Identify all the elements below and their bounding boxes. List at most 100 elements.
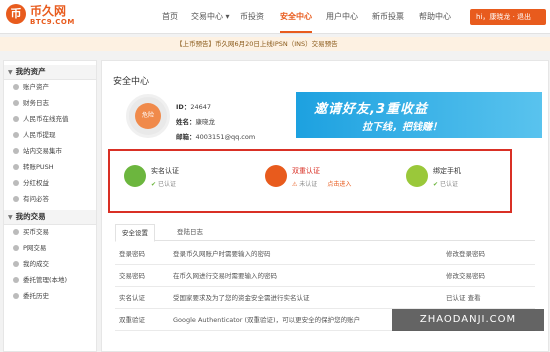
sidebar-item-rmb-deposit[interactable]: 人民币在线充值	[4, 112, 96, 126]
log-icon	[13, 100, 19, 106]
sidebar-item-p-trade[interactable]: P网交易	[4, 241, 96, 255]
order-icon	[13, 277, 19, 283]
nav-invest[interactable]: 币投资	[240, 0, 264, 33]
sidebar-item-qa[interactable]: 有问必答	[4, 192, 96, 206]
card-title: 绑定手机	[433, 167, 461, 175]
settings-tabs: 安全设置 登陆日志	[115, 224, 535, 242]
sidebar-item-dividend[interactable]: 分红权益	[4, 176, 96, 190]
sidebar-item-label: 有问必答	[23, 195, 49, 203]
account-email-value: 4003151@qq.com	[195, 133, 256, 141]
deal-icon	[13, 261, 19, 267]
enter-link[interactable]: 点击进入	[327, 181, 351, 188]
account-name-value: 康晓龙	[195, 118, 216, 126]
transfer-icon	[13, 164, 19, 170]
shield-icon	[265, 165, 287, 187]
qa-icon	[13, 196, 19, 202]
change-trade-password-link[interactable]: 修改交易密码	[446, 266, 485, 286]
account-email: 邮箱：4003151@qq.com	[176, 131, 255, 141]
sidebar-section-trades[interactable]: ▼ 我的交易	[4, 210, 96, 225]
market-icon	[13, 148, 19, 154]
trade-icon	[13, 245, 19, 251]
check-icon: ✔	[151, 181, 158, 188]
top-header: 币 币久网 BTC9.COM 首页 交易中心 ▾ 币投资 安全中心 用户中心 新…	[0, 0, 550, 34]
security-level-badge: 危险	[135, 103, 161, 129]
account-id-label: ID：	[176, 103, 191, 111]
banner-subline: 拉下线，把钱赚！	[362, 122, 442, 133]
sidebar-section-label: 我的交易	[15, 212, 46, 221]
row-name: 实名认证	[119, 294, 145, 302]
sidebar-item-label: 委托管理(本地)	[23, 276, 68, 284]
sidebar-item-transfer-push[interactable]: 转账PUSH	[4, 160, 96, 174]
card-status-text: 已认证	[439, 181, 458, 188]
table-row: 交易密码 在币久网进行交易时需要输入的密码 修改交易密码	[115, 266, 535, 287]
tab-security-settings[interactable]: 安全设置	[115, 224, 155, 242]
card-status-text: 已认证	[157, 181, 176, 188]
sidebar-item-rmb-withdraw[interactable]: 人民币提现	[4, 128, 96, 142]
sidebar-item-label: 转账PUSH	[23, 163, 54, 171]
sidebar-item-my-deals[interactable]: 我的成交	[4, 257, 96, 271]
change-login-password-link[interactable]: 修改登录密码	[446, 244, 485, 264]
card-title: 双重认证	[292, 167, 320, 175]
card-status: ✔ 已认证	[151, 179, 176, 188]
banner-headline: 邀请好友,3重收益	[314, 102, 428, 117]
security-level-ring: 危险	[126, 94, 170, 138]
verification-cards: 实名认证 ✔ 已认证 双重认证 ⚠ 未认证 点击进入 绑定手机 ✔ 已认证	[108, 149, 512, 213]
sidebar-item-account-assets[interactable]: 账户资产	[4, 80, 96, 94]
row-name: 双重验证	[119, 316, 145, 324]
sidebar-item-label: 账户资产	[23, 83, 49, 91]
sidebar-item-market[interactable]: 站内交易集市	[4, 144, 96, 158]
table-row: 实名认证 受国家要求及为了您的资金安全需进行实名认证 已认证 查看	[115, 288, 535, 309]
invite-banner[interactable]: 邀请好友,3重收益 拉下线，把钱赚！	[296, 92, 542, 138]
sidebar-item-label: 分红权益	[23, 179, 49, 187]
dividend-icon	[13, 180, 19, 186]
user-menu-button[interactable]: hi，康晓龙 · 退出	[470, 9, 546, 25]
sidebar-section-assets[interactable]: ▼ 我的资产	[4, 65, 96, 80]
sidebar-section-label: 我的资产	[15, 67, 46, 76]
row-name: 交易密码	[119, 272, 145, 280]
announcement-text: 【上币预告】币久网6月20日上线IPSN（INS）交易预告	[176, 40, 338, 48]
account-id: ID：24647	[176, 101, 211, 111]
logo-name: 币久网	[30, 4, 67, 18]
sidebar-item-buy-coin[interactable]: 买币交易	[4, 225, 96, 239]
account-id-value: 24647	[190, 103, 212, 111]
account-name-label: 姓名：	[176, 118, 196, 126]
phone-icon	[406, 165, 428, 187]
sidebar-item-label: 人民币在线充值	[23, 115, 69, 123]
nav-security-center[interactable]: 安全中心	[280, 0, 312, 33]
row-desc: 在币久网进行交易时需要输入的密码	[173, 272, 277, 280]
wallet-icon	[13, 84, 19, 90]
collapse-arrow-icon: ▼	[8, 69, 13, 76]
nav-trade-center[interactable]: 交易中心 ▾	[191, 0, 230, 33]
tab-login-log[interactable]: 登陆日志	[177, 224, 203, 240]
coin-icon	[13, 229, 19, 235]
page-title: 安全中心	[113, 77, 150, 87]
sidebar-item-label: 人民币提现	[23, 131, 56, 139]
card-title: 实名认证	[151, 167, 179, 175]
nav-home[interactable]: 首页	[162, 0, 178, 33]
check-icon: ✔	[433, 181, 440, 188]
sidebar-item-label: 委托历史	[23, 292, 49, 300]
row-desc: 登录币久网账户时需要输入的密码	[173, 250, 271, 258]
id-card-icon	[124, 165, 146, 187]
sidebar-item-label: 我的成交	[23, 260, 49, 268]
nav-help-center[interactable]: 帮助中心	[419, 0, 451, 33]
sidebar-item-label: 站内交易集市	[23, 147, 62, 155]
view-verification-link[interactable]: 已认证 查看	[446, 288, 481, 308]
sidebar-item-order-manage[interactable]: 委托管理(本地)	[4, 273, 96, 287]
sidebar-item-label: 买币交易	[23, 228, 49, 236]
site-logo[interactable]: 币 币久网 BTC9.COM	[6, 4, 86, 30]
card-status: ✔ 已认证	[433, 179, 458, 188]
nav-user-center[interactable]: 用户中心	[326, 0, 358, 33]
row-desc: Google Authenticator (双重验证)，可以更安全的保护您的账户	[173, 316, 361, 324]
sidebar-item-order-history[interactable]: 委托历史	[4, 289, 96, 303]
account-email-label: 邮箱：	[176, 133, 196, 141]
table-row: 登录密码 登录币久网账户时需要输入的密码 修改登录密码	[115, 244, 535, 265]
sidebar-item-label: 财务日志	[23, 99, 49, 107]
collapse-arrow-icon: ▼	[8, 214, 13, 221]
nav-new-coin-vote[interactable]: 新币投票	[372, 0, 404, 33]
watermark: ZHAODANJI.COM	[392, 309, 544, 331]
announcement-bar[interactable]: 【上币预告】币久网6月20日上线IPSN（INS）交易预告	[0, 37, 550, 51]
user-menu-label: hi，康晓龙 · 退出	[476, 13, 532, 21]
account-name: 姓名：康晓龙	[176, 116, 215, 126]
sidebar-item-finance-log[interactable]: 财务日志	[4, 96, 96, 110]
